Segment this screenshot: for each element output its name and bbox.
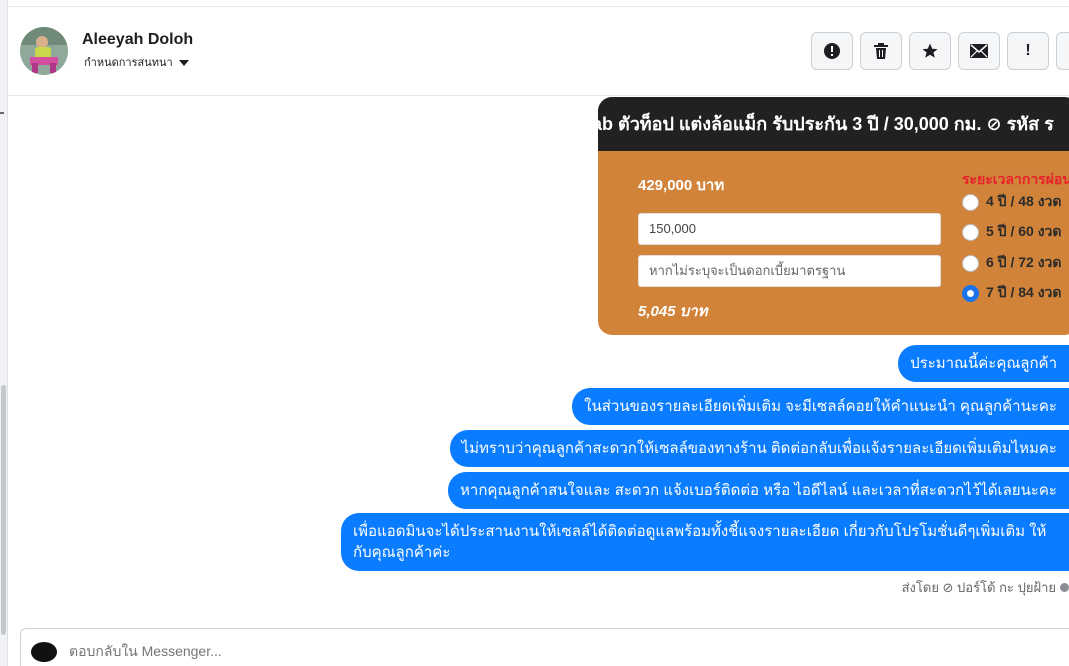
report-icon [824,43,840,59]
assign-conversation-dropdown[interactable]: กำหนดการสนทนา [84,53,189,71]
message-bubble[interactable]: ในส่วนของรายละเอียดเพิ่มเติม จะมีเซลล์คอ… [572,388,1069,425]
term-option[interactable]: 6 ปี / 72 งวด [962,252,1061,274]
conversation-header: Aleeyah Doloh กำหนดการสนทนา ! ✓ [8,6,1069,96]
left-scrollbar[interactable] [0,0,8,666]
term-label: 5 ปี / 60 งวด [986,223,1062,239]
term-option[interactable]: 5 ปี / 60 งวด [962,221,1061,243]
term-option[interactable]: 4 ปี / 48 งวด [962,191,1061,213]
exclamation-icon: ! [1025,42,1031,59]
report-button[interactable] [811,32,853,70]
star-button[interactable] [909,32,951,70]
interest-rate-field[interactable]: หากไม่ระบุจะเป็นดอกเบี้ยมาตรฐาน [638,255,941,287]
reply-input[interactable] [69,643,669,659]
radio-icon[interactable] [962,193,979,211]
scrollbar-thumb[interactable] [1,385,6,635]
radio-selected-icon[interactable] [962,284,979,302]
star-icon [922,43,938,58]
assign-label: กำหนดการสนทนา [84,57,173,69]
reply-box[interactable] [20,628,1069,666]
mark-important-button[interactable]: ! [1007,32,1049,70]
message-bubble[interactable]: เพื่อแอดมินจะได้ประสานงานให้เซลล์ได้ติดต… [341,513,1069,571]
messenger-conversation: Aleeyah Doloh กำหนดการสนทนา ! ✓ [0,0,1069,666]
avatar[interactable] [20,27,68,75]
down-payment-field[interactable]: 150,000 [638,213,941,245]
conversation-actions: ! ✓ [811,32,1069,70]
term-option[interactable]: 7 ปี / 84 งวด [962,282,1061,304]
delete-icon [874,43,888,59]
rail-marker [0,112,4,114]
chevron-down-icon [178,59,189,66]
term-label: 6 ปี / 72 งวด [986,254,1062,270]
radio-icon[interactable] [962,254,979,272]
offer-headline: ab ตัวท็อป แต่งล้อแม็ก รับประกัน 3 ปี / … [598,97,1069,151]
term-label: 4 ปี / 48 งวด [986,193,1062,209]
term-label: 7 ปี / 84 งวด [986,284,1062,300]
message-bubble[interactable]: ไม่ทราบว่าคุณลูกค้าสะดวกให้เซลล์ของทางร้… [449,430,1069,467]
delete-button[interactable] [860,32,902,70]
monthly-payment: 5,045 บาท [638,303,708,320]
radio-icon[interactable] [962,223,979,241]
message-bubble[interactable]: ประมาณนี้ค่ะคุณลูกค้า [898,345,1069,382]
offer-card: ab ตัวท็อป แต่งล้อแม็ก รับประกัน 3 ปี / … [598,97,1069,335]
mail-icon [970,44,988,58]
term-title: ระยะเวลาการผ่อน [962,171,1069,187]
agent-avatar-icon [1060,583,1069,592]
message-bubble[interactable]: หากคุณลูกค้าสนใจและ สะดวก แจ้งเบอร์ติดต่… [448,472,1069,509]
sent-by-text: ส่งโดย ⊘ ปอร์โด้ กะ ปุยฝ้าย [901,580,1056,595]
car-price: 429,000 บาท [638,177,725,194]
contact-name[interactable]: Aleeyah Doloh [82,31,193,49]
done-button[interactable]: ✓ [1056,32,1069,70]
sent-by-label: ส่งโดย ⊘ ปอร์โด้ กะ ปุยฝ้าย [902,577,1069,598]
page-avatar-icon [31,642,57,662]
mail-button[interactable] [958,32,1000,70]
